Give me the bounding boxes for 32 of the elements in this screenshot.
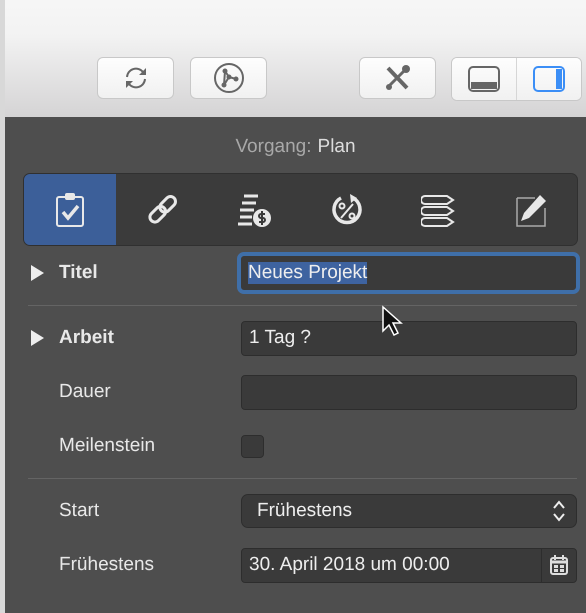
- field-label: Titel: [59, 262, 98, 284]
- coins-dollar-icon: [236, 192, 272, 228]
- side-panel-toggle[interactable]: [516, 58, 581, 100]
- tools-button[interactable]: [359, 57, 436, 99]
- refresh-button[interactable]: [97, 57, 174, 99]
- task-tab[interactable]: [24, 174, 116, 245]
- field-label: Start: [59, 500, 100, 522]
- bottom-panel-icon: [467, 65, 502, 93]
- list-tags-icon: [420, 192, 457, 226]
- checkbox[interactable]: [241, 434, 264, 458]
- up-down-chevron-icon: [552, 499, 566, 523]
- inspector-label: Vorgang:: [235, 136, 312, 158]
- field-value: 30. April 2018 um 00:00: [249, 554, 450, 576]
- disclosure-triangle-icon[interactable]: [30, 330, 44, 346]
- field-label: Arbeit: [59, 327, 114, 349]
- popup-button[interactable]: Frühestens: [241, 494, 577, 528]
- side-panel-icon: [532, 65, 566, 93]
- text-field[interactable]: [241, 374, 577, 410]
- network-button[interactable]: [190, 57, 267, 99]
- field-value: 1 Tag ?: [249, 327, 311, 349]
- calendar-icon: [549, 554, 569, 576]
- field-label: Meilenstein: [59, 435, 156, 457]
- field-label: Dauer: [59, 381, 111, 403]
- text-field[interactable]: 1 Tag ?: [241, 320, 577, 356]
- network-icon: [212, 62, 244, 94]
- field-label: Frühestens: [59, 554, 154, 576]
- disclosure-triangle-icon[interactable]: [30, 265, 44, 281]
- date-field[interactable]: 30. April 2018 um 00:00: [241, 548, 577, 582]
- mouse-pointer-icon: [381, 305, 403, 337]
- clipboard-check-icon: [55, 192, 86, 228]
- bottom-panel-toggle[interactable]: [452, 58, 516, 100]
- inspector-value: Plan: [318, 136, 356, 158]
